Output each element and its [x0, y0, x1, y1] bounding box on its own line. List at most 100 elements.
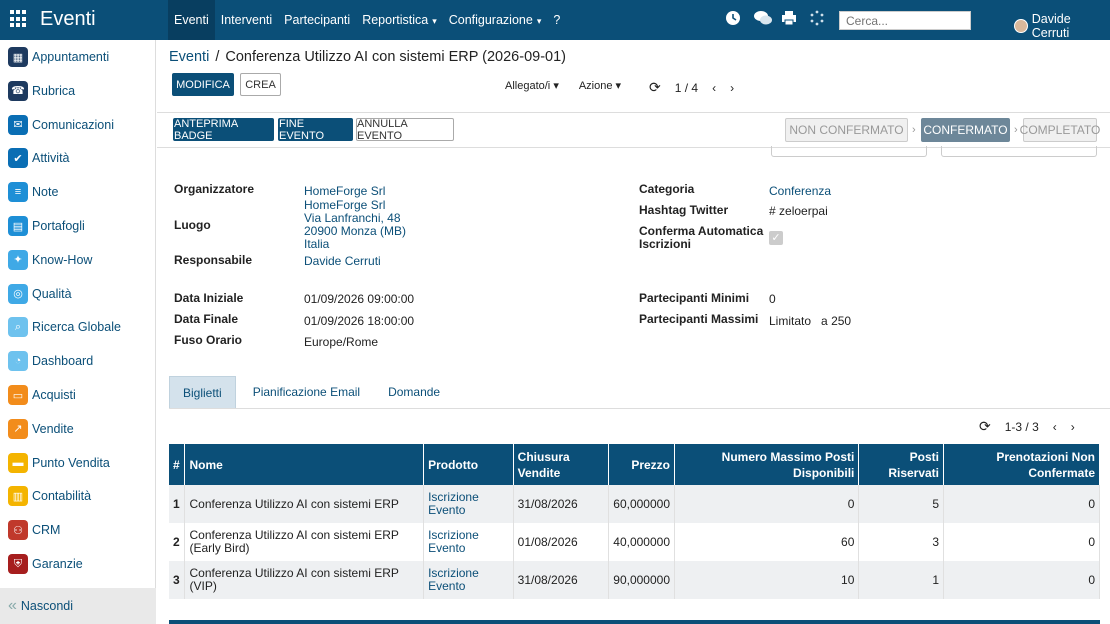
tab-pianificazione-email[interactable]: Pianificazione Email [240, 376, 373, 409]
ticket-close-date: 01/08/2026 [513, 523, 610, 561]
sidebar-item-comunicazioni[interactable]: ✉ Comunicazioni [0, 110, 156, 140]
column-header[interactable]: Prenotazioni Non Confermate [943, 444, 1100, 485]
ticket-price: 40,000000 [608, 523, 675, 561]
table-row[interactable]: 2 Conferenza Utilizzo AI con sistemi ERP… [169, 523, 1100, 561]
pager-value[interactable]: 1 / 4 [675, 81, 698, 95]
apps-menu-icon[interactable] [10, 10, 28, 28]
sidebar-item-qualit-[interactable]: ◎ Qualità [0, 279, 156, 309]
refresh-icon[interactable]: ⟳ [649, 79, 661, 96]
chat-icon[interactable] [753, 10, 772, 28]
product-link[interactable]: Iscrizione Evento [428, 566, 479, 593]
column-header[interactable]: Nome [184, 444, 425, 485]
clock-icon[interactable] [725, 10, 743, 28]
chevron-left-icon[interactable]: ‹ [1053, 420, 1057, 434]
refresh-icon[interactable]: ⟳ [979, 418, 991, 435]
caret-down-icon: ▾ [550, 80, 559, 92]
menu-label: Interventi [220, 13, 273, 27]
product-link[interactable]: Iscrizione Evento [428, 528, 479, 555]
sidebar-item-appuntamenti[interactable]: ▦ Appuntamenti [0, 42, 156, 72]
attachments-dropdown[interactable]: Allegato/i ▾ [505, 79, 559, 92]
avatar [1014, 19, 1028, 33]
status-confirmed[interactable]: CONFERMATO [921, 118, 1010, 142]
sidebar-item-dashboard[interactable]: ◔ Dashboard [0, 346, 156, 376]
sidebar-item-rubrica[interactable]: ☎ Rubrica [0, 76, 156, 106]
sidebar-item-label: Attività [32, 151, 70, 166]
print-icon[interactable] [781, 10, 799, 28]
column-header[interactable]: Posti Riservati [858, 444, 945, 485]
shield-icon: ⛨ [8, 554, 28, 574]
sidebar-item-know-how[interactable]: ✦ Know-How [0, 245, 156, 275]
sidebar-item-label: Garanzie [32, 557, 83, 571]
sidebar-item-label: CRM [32, 523, 61, 538]
chevron-right-icon[interactable]: › [730, 81, 734, 95]
column-header[interactable]: # [169, 444, 186, 485]
search-input[interactable] [839, 11, 971, 30]
sidebar-item-label: Comunicazioni [32, 117, 114, 132]
tab-biglietti[interactable]: Biglietti [169, 376, 236, 409]
quality-icon: ◎ [8, 283, 28, 304]
hide-sidebar-button[interactable]: « Nascondi [0, 588, 156, 624]
end-event-button[interactable]: FINE EVENTO [278, 118, 353, 142]
column-header[interactable]: Chiusura Vendite [513, 444, 610, 485]
auto-confirm-checkbox[interactable]: ✓ [769, 231, 783, 245]
column-header[interactable]: Prodotto [423, 444, 514, 485]
chevron-left-icon[interactable]: ‹ [712, 81, 716, 95]
ticket-product[interactable]: Iscrizione Evento [423, 523, 514, 561]
responsible-value[interactable]: Davide Cerruti [304, 255, 381, 268]
column-header[interactable]: Numero Massimo Posti Disponibili [674, 444, 860, 485]
user-menu[interactable]: Davide Cerruti [1014, 12, 1110, 40]
menu-interventi[interactable]: Interventi [215, 0, 278, 40]
breadcrumb: Eventi / Conferenza Utilizzo AI con sistem… [169, 49, 566, 65]
sidebar-item-label: Note [32, 185, 59, 200]
ticket-name: Conferenza Utilizzo AI con sistemi ERP (… [184, 523, 425, 561]
sidebar-item-label: Appuntamenti [32, 50, 110, 64]
ticket-product[interactable]: Iscrizione Evento [423, 561, 514, 599]
badge-preview-button[interactable]: ANTEPRIMA BADGE [173, 118, 274, 142]
sidebar-item-ricerca-globale[interactable]: ⌕ Ricerca Globale [0, 312, 156, 342]
menu-partecipanti[interactable]: Partecipanti [278, 0, 356, 40]
product-link[interactable]: Iscrizione Evento [428, 490, 479, 517]
smart-button[interactable] [941, 146, 1097, 157]
breadcrumb-parent[interactable]: Eventi [169, 49, 209, 65]
cart-icon: ▭ [8, 385, 28, 405]
sidebar-item-acquisti[interactable]: ▭ Acquisti [0, 380, 156, 410]
action-dropdown[interactable]: Azione ▾ [579, 79, 621, 92]
sidebar-item-contabilit-[interactable]: ▥ Contabilità [0, 481, 156, 511]
organizer-value[interactable]: HomeForge Srl [304, 185, 385, 198]
chevron-right-icon[interactable]: › [1071, 420, 1075, 434]
column-header[interactable]: Prezzo [608, 444, 675, 485]
menu-help[interactable]: ? [547, 0, 566, 40]
app-title[interactable]: Eventi [40, 8, 96, 31]
menu-configurazione[interactable]: Configurazione ▾ [443, 0, 548, 40]
status-completed[interactable]: COMPLETATO [1020, 118, 1100, 142]
tab-domande[interactable]: Domande [375, 376, 453, 409]
menu-reportistica[interactable]: Reportistica ▾ [356, 0, 443, 40]
cancel-event-button[interactable]: ANNULLA EVENTO [356, 118, 454, 142]
contacts-icon: ☎ [8, 80, 28, 101]
edit-button[interactable]: MODIFICA [172, 73, 234, 96]
category-value[interactable]: Conferenza [769, 185, 831, 198]
caret-down-icon: ▾ [612, 80, 622, 92]
table-pager-value[interactable]: 1-3 / 3 [1005, 420, 1039, 434]
sidebar-item-crm[interactable]: ⚇ CRM [0, 515, 156, 545]
create-button[interactable]: CREA [240, 73, 281, 96]
status-not-confirmed[interactable]: NON CONFERMATO [785, 118, 908, 142]
sidebar-item-note[interactable]: ≡ Note [0, 177, 156, 207]
sidebar-item-punto-vendita[interactable]: ▬ Punto Vendita [0, 448, 156, 478]
table-row[interactable]: 1 Conferenza Utilizzo AI con sistemi ERP… [169, 485, 1100, 523]
menu-label: ? [553, 13, 561, 27]
dashboard-icon: ◔ [8, 351, 28, 372]
location-value[interactable]: HomeForge Srl Via Lanfranchi, 48 20900 M… [304, 199, 406, 251]
tickets-table: # Nome Prodotto Chiusura Vendite Prezzo … [169, 444, 1100, 599]
ticket-product[interactable]: Iscrizione Evento [423, 485, 514, 523]
sidebar-item-portafogli[interactable]: ▤ Portafogli [0, 211, 156, 241]
smart-button[interactable] [771, 146, 927, 157]
sidebar-item-attivit-[interactable]: ✔ Attività [0, 143, 156, 173]
sidebar-item-vendite[interactable]: ↗ Vendite [0, 414, 156, 444]
menu-eventi[interactable]: Eventi [168, 0, 215, 40]
ticket-name: Conferenza Utilizzo AI con sistemi ERP (… [184, 561, 425, 599]
table-row[interactable]: 3 Conferenza Utilizzo AI con sistemi ERP… [169, 561, 1100, 599]
main-content: Eventi / Conferenza Utilizzo AI con sistem… [157, 40, 1110, 624]
sidebar-item-garanzie[interactable]: ⛨ Garanzie [0, 549, 156, 579]
ticket-reserved: 5 [858, 485, 945, 523]
